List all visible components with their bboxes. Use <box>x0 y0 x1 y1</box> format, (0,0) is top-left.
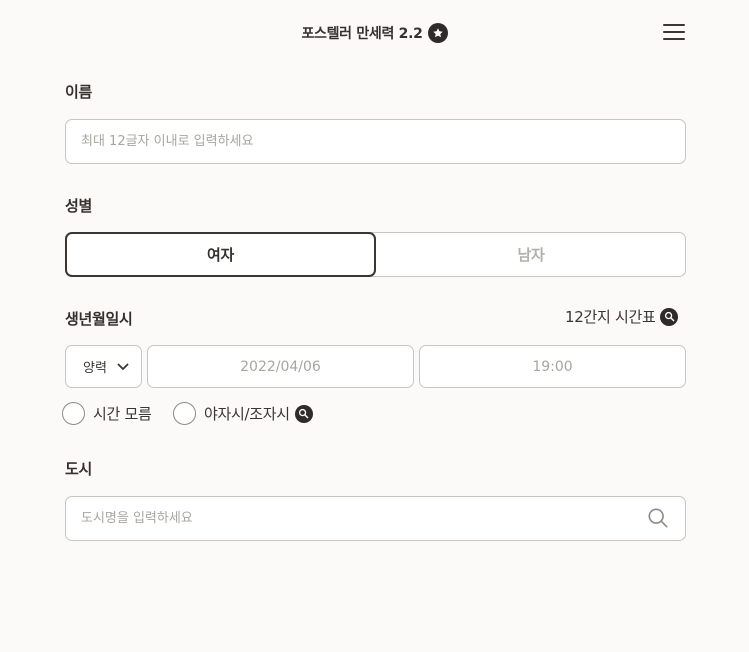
city-label: 도시 <box>65 460 93 478</box>
birth-date-field[interactable]: 2022/04/06 <box>147 345 414 388</box>
calendar-type-select[interactable]: 양력 <box>65 345 142 388</box>
night-time-info-icon[interactable] <box>294 404 313 423</box>
birth-date-value: 2022/04/06 <box>240 358 321 375</box>
star-icon <box>427 23 448 43</box>
chevron-down-icon <box>117 363 129 370</box>
search-icon[interactable] <box>647 507 669 529</box>
zodiac-time-table-link[interactable]: 12간지 시간표 <box>565 306 679 327</box>
gender-toggle: 여자 남자 <box>65 232 686 277</box>
unknown-time-option[interactable]: 시간 모름 <box>62 402 152 425</box>
search-icon <box>660 307 679 326</box>
title-wrap: 포스텔러 만세력 2.2 <box>0 23 749 43</box>
name-label: 이름 <box>65 83 93 101</box>
city-input[interactable] <box>65 496 686 541</box>
app-title: 포스텔러 만세력 2.2 <box>301 26 423 42</box>
birth-label: 생년월일시 <box>65 310 133 328</box>
birth-time-field[interactable]: 19:00 <box>419 345 686 388</box>
gender-male-button[interactable]: 남자 <box>376 233 686 276</box>
city-search-box <box>65 496 686 541</box>
gender-label: 성별 <box>65 197 93 215</box>
night-time-option[interactable]: 야자시/조자시 <box>173 402 313 425</box>
unknown-time-label: 시간 모름 <box>93 405 152 423</box>
unknown-time-radio[interactable] <box>62 402 85 425</box>
night-time-label: 야자시/조자시 <box>204 405 290 423</box>
hamburger-menu-icon[interactable] <box>662 22 686 42</box>
name-input[interactable] <box>65 119 686 164</box>
birth-time-value: 19:00 <box>532 358 573 375</box>
calendar-type-value: 양력 <box>83 361 107 376</box>
app-header: 포스텔러 만세력 2.2 <box>0 0 749 68</box>
gender-female-button[interactable]: 여자 <box>65 232 376 277</box>
zodiac-time-table-label: 12간지 시간표 <box>565 308 656 326</box>
night-time-radio[interactable] <box>173 402 196 425</box>
